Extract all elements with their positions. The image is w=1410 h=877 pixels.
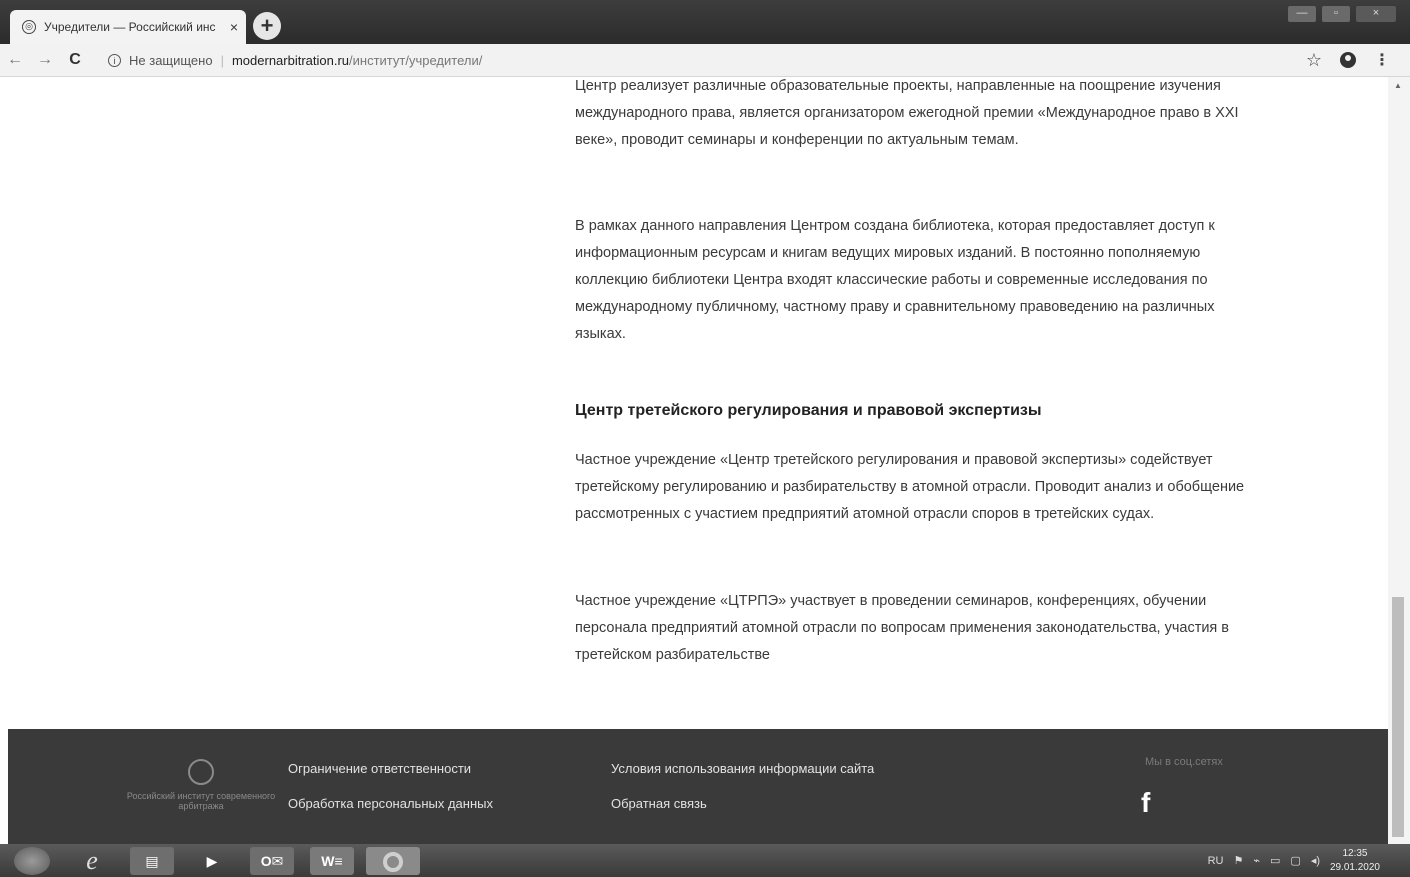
section-heading: Центр третейского регулирования и правов… xyxy=(575,402,1042,419)
chrome-logo-icon xyxy=(383,852,403,873)
system-tray: RU ⚑ ⌁ ▭ ▢ ◂) xyxy=(1208,854,1320,868)
url-text[interactable]: modernarbitration.ru/институт/учредители… xyxy=(232,53,482,68)
paragraph-ctrpe-activities: Частное учреждение «ЦТРПЭ» участвует в п… xyxy=(575,593,1230,663)
windows-taskbar: e ▤ ▶ O✉ W≡ RU ⚑ ⌁ ▭ ▢ ◂) 12:35 29.01.20… xyxy=(0,844,1410,877)
paragraph-library: В рамках данного направления Центром соз… xyxy=(575,218,1215,342)
file-explorer-icon[interactable]: ▤ xyxy=(130,847,174,875)
clock-date: 29.01.2020 xyxy=(1329,862,1380,873)
window-controls: — ▫ × xyxy=(1288,6,1396,22)
language-indicator[interactable]: RU xyxy=(1208,855,1224,867)
back-arrow-icon[interactable]: ← xyxy=(0,51,30,69)
new-tab-button[interactable]: + xyxy=(253,12,281,40)
close-window-button[interactable]: × xyxy=(1356,6,1396,22)
paragraph-ctrpe-intro: Частное учреждение «Центр третейского ре… xyxy=(575,452,1245,522)
forward-arrow-icon[interactable]: → xyxy=(30,51,60,69)
social-label: Мы в соц.сетях xyxy=(1145,756,1223,768)
maximize-button[interactable]: ▫ xyxy=(1322,6,1350,22)
facebook-icon[interactable]: f xyxy=(1141,787,1150,819)
omnibox[interactable]: i Не защищено | modernarbitration.ru/инс… xyxy=(108,53,1306,68)
footer-logo-text: Российский институт современного арбитра… xyxy=(126,791,276,811)
browser-tab[interactable]: ◎ Учредители — Российский инс × xyxy=(10,10,246,44)
word-icon[interactable]: W≡ xyxy=(310,847,354,875)
media-player-icon[interactable]: ▶ xyxy=(190,847,234,875)
profile-icon[interactable] xyxy=(1340,52,1356,68)
scroll-thumb[interactable] xyxy=(1392,597,1404,837)
battery-icon[interactable]: ▭ xyxy=(1270,854,1280,867)
minimize-button[interactable]: — xyxy=(1288,6,1316,22)
paragraph-education-projects: Центр реализует различные образовательны… xyxy=(575,78,1239,148)
tab-close-icon[interactable]: × xyxy=(230,19,238,35)
footer-link-disclaimer[interactable]: Ограничение ответственности xyxy=(288,761,471,776)
footer-link-feedback[interactable]: Обратная связь xyxy=(611,796,707,811)
network-icon[interactable]: ⌁ xyxy=(1253,854,1260,867)
browser-tab-bar: ◎ Учредители — Российский инс × + — ▫ × xyxy=(0,0,1410,44)
url-path: /институт/учредители/ xyxy=(349,52,483,68)
footer-logo[interactable]: Российский институт современного арбитра… xyxy=(126,759,276,811)
taskbar-clock[interactable]: 12:35 29.01.2020 xyxy=(1330,847,1380,875)
bookmark-star-icon[interactable]: ☆ xyxy=(1306,50,1322,71)
footer-link-personal-data[interactable]: Обработка персональных данных xyxy=(288,796,493,811)
page-scrollbar[interactable]: ▲ xyxy=(1388,77,1410,844)
browser-menu-icon[interactable]: ⋮ xyxy=(1374,50,1390,70)
address-bar-actions: ☆ ⋮ xyxy=(1306,50,1390,71)
url-host: modernarbitration.ru xyxy=(231,52,350,68)
scroll-up-arrow-icon[interactable]: ▲ xyxy=(1394,81,1402,90)
site-footer: Российский институт современного арбитра… xyxy=(8,729,1388,844)
display-icon[interactable]: ▢ xyxy=(1290,854,1300,867)
url-separator: | xyxy=(220,52,224,68)
site-favicon-icon: ◎ xyxy=(22,20,36,34)
chrome-icon[interactable] xyxy=(366,847,420,875)
internet-explorer-icon[interactable]: e xyxy=(70,847,114,875)
not-secure-label: Не защищено xyxy=(129,52,213,68)
reload-icon[interactable]: C xyxy=(60,51,90,69)
footer-link-terms[interactable]: Условия использования информации сайта xyxy=(611,761,874,776)
volume-icon[interactable]: ◂) xyxy=(1311,854,1320,867)
tab-title: Учредители — Российский инс xyxy=(44,20,216,34)
start-button[interactable] xyxy=(14,847,50,875)
page-viewport: Центр реализует различные образовательны… xyxy=(0,77,1388,729)
info-icon[interactable]: i xyxy=(108,53,121,67)
flag-icon[interactable]: ⚑ xyxy=(1234,854,1244,867)
logo-emblem-icon xyxy=(188,759,214,785)
outlook-icon[interactable]: O✉ xyxy=(250,847,294,875)
clock-time: 12:35 xyxy=(1342,848,1368,859)
